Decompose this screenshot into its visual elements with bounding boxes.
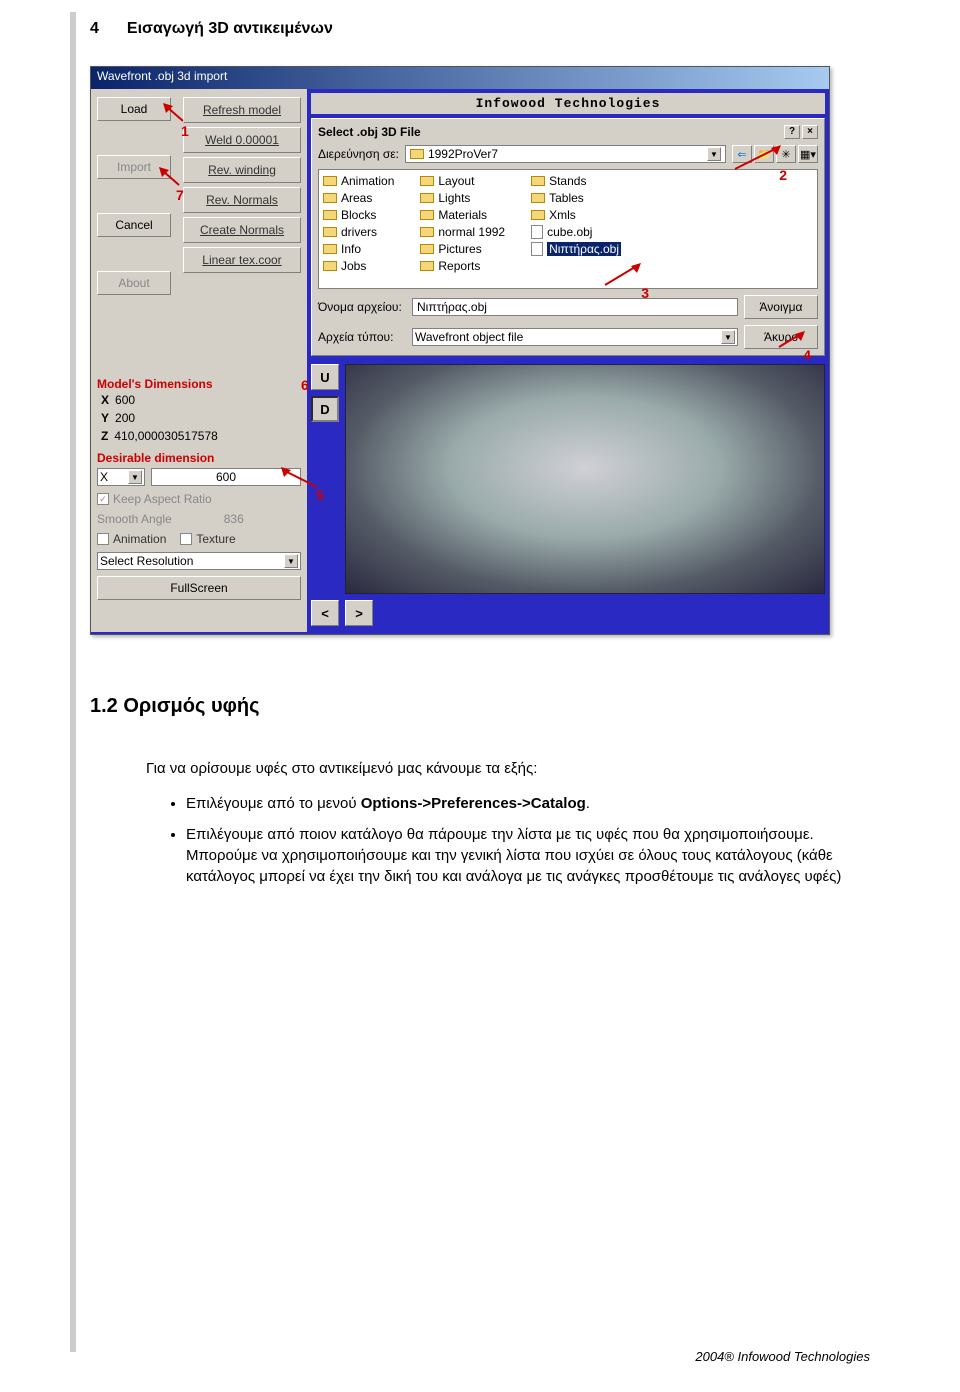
folder-icon [531,176,545,186]
view-left-button[interactable]: < [311,600,339,626]
look-in-label: Διερεύνηση σε: [318,147,399,161]
open-button[interactable]: Άνοιγμα [744,295,818,319]
app-screenshot: Wavefront .obj 3d import Load Import Can… [90,66,830,635]
marker-6: 6 [301,377,309,393]
resolution-select[interactable]: Select Resolution▼ [97,552,301,570]
brand-label: Infowood Technologies [311,93,825,114]
folder-icon [420,227,434,237]
dim-z-value: 410,000030517578 [114,429,217,443]
file-item-selected[interactable]: Νιπτήρας.obj [531,242,621,256]
about-button[interactable]: About [97,271,171,295]
texture-checkbox[interactable] [180,533,192,545]
section-heading: 1.2 Ορισμός υφής [90,695,870,718]
chevron-down-icon: ▼ [707,147,721,161]
folder-icon [323,227,337,237]
filename-input[interactable]: Νιπτήρας.obj [412,298,738,316]
weld-button[interactable]: Weld 0.00001 [183,127,301,153]
animation-checkbox[interactable] [97,533,109,545]
smooth-angle-value: 836 [224,512,244,526]
filetype-select[interactable]: Wavefront object file ▼ [412,328,738,346]
folder-icon [323,261,337,271]
intro-paragraph: Για να ορίσουμε υφές στο αντικείμενό μας… [146,758,870,779]
view-right-button[interactable]: > [345,600,373,626]
render-viewport [345,364,825,594]
view-d-button[interactable]: D [311,396,339,422]
folder-icon [323,210,337,220]
chevron-down-icon: ▼ [128,470,142,484]
marker-3: 3 [641,285,649,301]
fullscreen-button[interactable]: FullScreen [97,576,301,600]
bullet-2: Επιλέγουμε από ποιον κατάλογο θα πάρουμε… [186,824,870,887]
folder-icon [323,193,337,203]
keep-aspect-checkbox[interactable]: ✓ [97,493,109,505]
cancel-button[interactable]: Cancel [97,213,171,237]
filetype-label: Αρχεία τύπου: [318,330,406,344]
close-icon[interactable]: × [802,125,818,139]
folder-icon [323,244,337,254]
folder-icon [420,244,434,254]
folder-icon [420,176,434,186]
page-title: Εισαγωγή 3D αντικειμένων [127,20,333,38]
axis-select[interactable]: X▼ [97,468,145,486]
look-in-dropdown[interactable]: 1992ProVer7 ▼ [405,145,726,163]
views-icon[interactable]: ▦▾ [798,145,818,163]
folder-icon [323,176,337,186]
axis-value-input[interactable]: 600 [151,468,301,486]
folder-icon [420,261,434,271]
help-icon[interactable]: ? [784,125,800,139]
chevron-down-icon: ▼ [284,554,298,568]
footer-copyright: 2004® Infowood Technologies [695,1349,870,1364]
folder-icon [531,210,545,220]
load-button[interactable]: Load [97,97,171,121]
refresh-model-button[interactable]: Refresh model [183,97,301,123]
page-number: 4 [90,20,99,38]
file-icon [531,242,543,256]
file-icon [531,225,543,239]
folder-open-icon [410,149,424,159]
dim-x-value: 600 [115,393,135,407]
preview-area: U D [311,356,825,594]
file-dialog-title: Select .obj 3D File [318,125,421,139]
smooth-angle-label: Smooth Angle [97,512,172,526]
model-dimensions-label: Model's Dimensions [97,377,301,391]
file-list[interactable]: Animation Areas Blocks drivers Info Jobs… [318,169,818,289]
create-normals-button[interactable]: Create Normals [183,217,301,243]
rev-normals-button[interactable]: Rev. Normals [183,187,301,213]
rev-winding-button[interactable]: Rev. winding [183,157,301,183]
desirable-dimension-label: Desirable dimension [97,451,301,465]
window-title: Wavefront .obj 3d import [91,67,829,89]
marker-7: 7 [176,187,184,203]
folder-icon [420,210,434,220]
folder-icon [420,193,434,203]
marker-1: 1 [181,123,189,139]
filename-label: Όνομα αρχείου: [318,300,406,314]
chevron-down-icon: ▼ [721,330,735,344]
linear-tex-button[interactable]: Linear tex.coor [183,247,301,273]
view-u-button[interactable]: U [311,364,339,390]
bullet-1: Επιλέγουμε από το μενού Options->Prefere… [186,793,870,814]
dim-y-value: 200 [115,411,135,425]
folder-icon [531,193,545,203]
